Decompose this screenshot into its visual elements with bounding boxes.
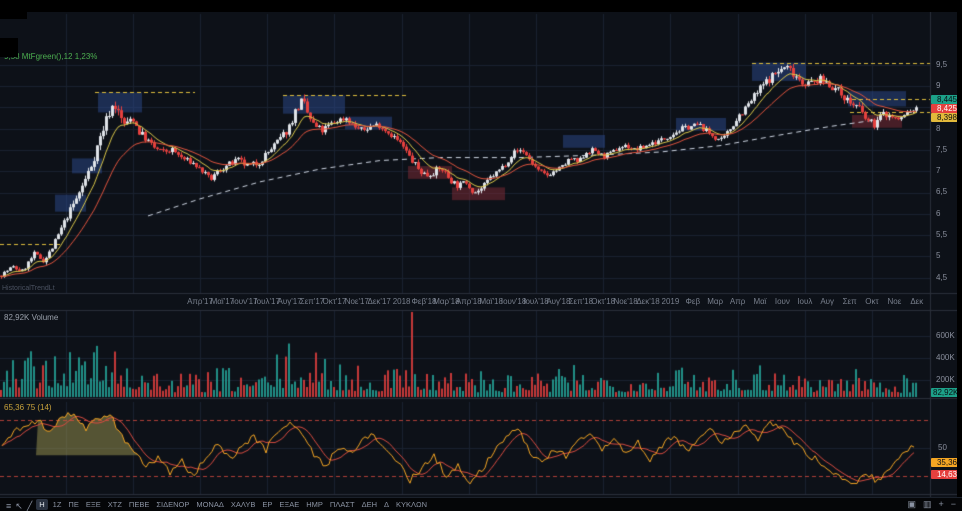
main-legend[interactable]: 9,58 MtFgreen(),12 1,23% <box>4 52 97 61</box>
ticker-button[interactable]: ΣΙΔΕΝΟΡ <box>153 499 192 510</box>
chart-canvas[interactable] <box>0 0 962 497</box>
volume-axis-label: 400K <box>936 354 955 362</box>
time-axis-label: Ιουλ'17 <box>254 298 279 306</box>
stoch-axis-label: 50 <box>938 444 947 452</box>
volume-legend[interactable]: 82,92K Volume <box>4 313 58 322</box>
stoch-legend[interactable]: 65,36 75 (14) <box>4 403 52 412</box>
time-axis-label: Δεκ <box>910 298 923 306</box>
time-axis-label: Αυγ'18 <box>546 298 570 306</box>
volume-axis-label: 200K <box>936 376 955 384</box>
ticker-button[interactable]: ΕΞΕ <box>83 499 104 510</box>
bottom-toolbar: ≡↖╱ H 1ΖΠΕΕΞΕΧΤΖΠΕΒΕΣΙΔΕΝΟΡΜΟΝΑΔΧΑΛΥΒΕΡΕ… <box>0 497 962 511</box>
ticker-button[interactable]: ΠΛΑΣΤ <box>327 499 358 510</box>
ticker-button[interactable]: ΕΡ <box>259 499 275 510</box>
time-axis-label: Μαϊ'17 <box>211 298 235 306</box>
time-axis-label: Σεπ'17 <box>300 298 324 306</box>
price-axis-label: 9 <box>936 82 940 90</box>
price-badge: 8,425 <box>931 104 959 113</box>
stoch-badge: 35,36 <box>931 458 959 467</box>
time-axis-label: Φεβ <box>686 298 701 306</box>
time-axis-label: Αυγ <box>820 298 834 306</box>
time-axis-label: 2018 <box>393 298 411 306</box>
time-axis-label: Οκτ <box>865 298 878 306</box>
price-axis-label: 7 <box>936 167 940 175</box>
ticker-button[interactable]: ΜΟΝΑΔ <box>193 499 227 510</box>
stoch-badge: 14,63 <box>931 470 959 479</box>
price-axis-label: 8 <box>936 125 940 133</box>
time-axis-label: Αυγ'17 <box>278 298 302 306</box>
corner-block-1 <box>0 12 27 19</box>
ticker-button[interactable]: ΠΕΒΕ <box>126 499 152 510</box>
ticker-button[interactable]: ΚΥΚΛΩΝ <box>393 499 430 510</box>
time-axis-label: Νοε'18 <box>613 298 637 306</box>
time-axis-label: Μαϊ'18 <box>479 298 503 306</box>
time-axis-label: 2019 <box>661 298 679 306</box>
cursor-icon[interactable]: ↖ <box>13 501 25 511</box>
price-axis-label: 4,5 <box>936 274 947 282</box>
volume-axis-label: 600K <box>936 332 955 340</box>
ticker-button[interactable]: ΠΕ <box>65 499 81 510</box>
price-axis-label: 7,5 <box>936 146 947 154</box>
indicator-watermark: HistoricalTrendLt <box>2 284 55 293</box>
time-axis-label: Απρ <box>730 298 745 306</box>
time-axis-label: Ιουλ'18 <box>523 298 548 306</box>
corner-block-2 <box>0 38 18 57</box>
price-axis-label: 5,5 <box>936 231 947 239</box>
price-badge: 8,398 <box>931 113 959 122</box>
price-axis-label: 9,5 <box>936 61 947 69</box>
time-axis-label: Δεκ'17 <box>368 298 391 306</box>
interval-button[interactable]: H <box>36 499 47 510</box>
volume-badge: 82,92K <box>931 388 960 397</box>
bar-chart-icon[interactable]: ▥ <box>921 499 934 510</box>
ticker-button[interactable]: ΔΕΗ <box>359 499 380 510</box>
time-axis-label: Σεπ <box>843 298 857 306</box>
time-axis-label: Νοε <box>887 298 901 306</box>
ticker-button[interactable]: ΕΞΑΕ <box>276 499 302 510</box>
time-axis-label: Σεπ'18 <box>569 298 593 306</box>
menu-icon[interactable]: ≡ <box>4 501 13 511</box>
time-axis-label: Απρ'18 <box>456 298 482 306</box>
window-top-strip <box>0 0 962 12</box>
right-edge-strip <box>957 0 962 497</box>
ticker-button[interactable]: Δ <box>381 499 392 510</box>
ticker-button[interactable]: 1Ζ <box>50 499 65 510</box>
time-axis-label: Δεκ'18 <box>636 298 659 306</box>
ticker-button[interactable]: ΧΑΛΥΒ <box>228 499 258 510</box>
time-axis-label: Μαρ <box>707 298 723 306</box>
ticker-button[interactable]: ΧΤΖ <box>105 499 125 510</box>
time-axis-label: Ιουν <box>775 298 790 306</box>
time-axis-label: Απρ'17 <box>187 298 213 306</box>
zoom-out-button[interactable]: − <box>949 499 958 510</box>
time-axis-label: Ιουλ <box>797 298 812 306</box>
time-axis-label: Μαϊ <box>753 298 766 306</box>
price-axis-label: 6 <box>936 210 940 218</box>
ticker-button[interactable]: ΗΜΡ <box>303 499 326 510</box>
price-badge: 8,445 <box>931 95 959 104</box>
chart-panes-icon[interactable]: ▣ <box>905 499 918 510</box>
time-axis-label: Οκτ'17 <box>322 298 346 306</box>
time-axis-label: Οκτ'18 <box>591 298 615 306</box>
price-axis-label: 6,5 <box>936 188 947 196</box>
trendline-icon[interactable]: ╱ <box>25 501 34 511</box>
time-axis-label: Νοε'17 <box>345 298 369 306</box>
price-axis-label: 5 <box>936 252 940 260</box>
trading-chart-window: 9,58 MtFgreen(),12 1,23% HistoricalTrend… <box>0 0 962 511</box>
zoom-in-button[interactable]: + <box>936 499 945 510</box>
